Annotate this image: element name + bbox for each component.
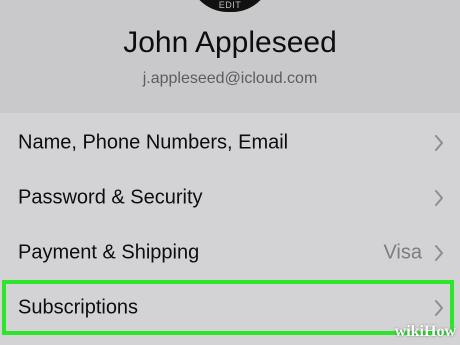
settings-row-name-phone-email[interactable]: Name, Phone Numbers, Email (0, 115, 460, 170)
avatar[interactable]: EDIT (188, 0, 272, 12)
settings-row-password-security[interactable]: Password & Security (0, 170, 460, 225)
settings-row-label: Password & Security (18, 186, 203, 208)
settings-list: Name, Phone Numbers, Email Password & Se… (0, 113, 460, 345)
payment-method-value: Visa (383, 241, 422, 263)
profile-email: j.appleseed@icloud.com (142, 70, 318, 87)
wikihow-watermark: wikiHow (395, 323, 456, 341)
settings-row-payment-shipping[interactable]: Payment & Shipping Visa (0, 225, 460, 280)
watermark-how: How (424, 323, 456, 340)
subscriptions-highlight-box (2, 280, 454, 335)
profile-header: EDIT John Appleseed j.appleseed@icloud.c… (0, 0, 460, 113)
profile-name: John Appleseed (123, 26, 337, 59)
avatar-edit-label: EDIT (218, 0, 242, 10)
settings-row-label: Name, Phone Numbers, Email (18, 131, 289, 153)
chevron-right-icon (435, 244, 443, 261)
watermark-wiki: wiki (394, 323, 424, 340)
chevron-right-icon (435, 134, 443, 151)
chevron-right-icon (435, 189, 443, 206)
settings-row-label: Payment & Shipping (18, 241, 200, 263)
